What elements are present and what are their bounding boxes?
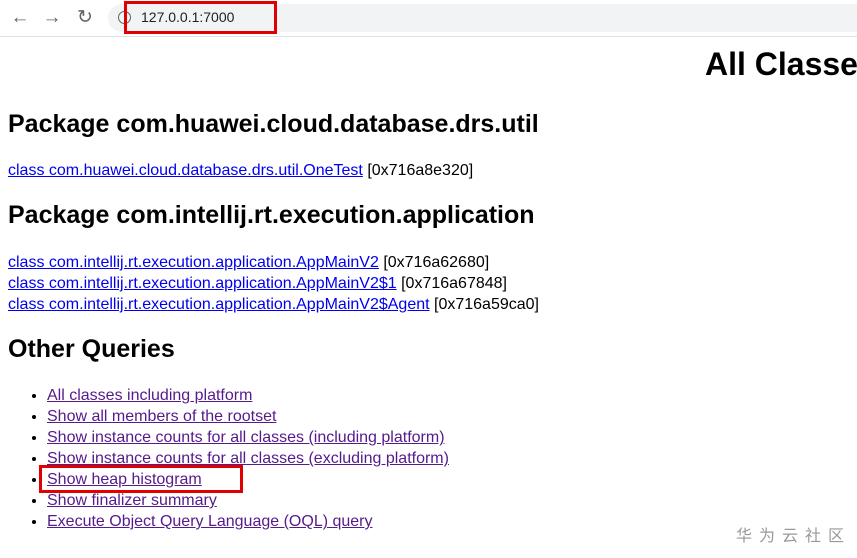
query-link[interactable]: All classes including platform (47, 387, 252, 404)
highlight-box-url (124, 1, 277, 34)
arrow-left-icon[interactable]: ← (9, 7, 31, 29)
class-row: class com.intellij.rt.execution.applicat… (8, 252, 489, 273)
page-title: All Classe (705, 46, 857, 82)
list-item: Show all members of the rootset (47, 406, 449, 427)
reload-icon[interactable]: ↻ (74, 7, 96, 29)
class-address: [0x716a8e320] (367, 162, 474, 179)
class-row: class com.huawei.cloud.database.drs.util… (8, 160, 473, 181)
class-link[interactable]: class com.huawei.cloud.database.drs.util… (8, 162, 363, 179)
highlight-box-heap-histogram (39, 465, 243, 493)
class-address: [0x716a62680] (383, 254, 490, 271)
query-link[interactable]: Execute Object Query Language (OQL) quer… (47, 513, 373, 530)
query-link[interactable]: Show all members of the rootset (47, 408, 276, 425)
list-item: Show instance counts for all classes (in… (47, 427, 449, 448)
class-address: [0x716a67848] (401, 275, 507, 292)
class-link[interactable]: class com.intellij.rt.execution.applicat… (8, 275, 397, 292)
arrow-right-icon[interactable]: → (41, 7, 63, 29)
list-item: Show finalizer summary (47, 490, 449, 511)
queries-list: All classes including platform Show all … (0, 385, 449, 532)
package-heading: Package com.huawei.cloud.database.drs.ut… (8, 110, 539, 138)
class-link[interactable]: class com.intellij.rt.execution.applicat… (8, 296, 430, 313)
class-address: [0x716a59ca0] (434, 296, 539, 313)
query-link[interactable]: Show finalizer summary (47, 492, 217, 509)
class-link[interactable]: class com.intellij.rt.execution.applicat… (8, 254, 379, 271)
class-row: class com.intellij.rt.execution.applicat… (8, 294, 539, 315)
list-item: All classes including platform (47, 385, 449, 406)
other-queries-heading: Other Queries (8, 335, 175, 363)
class-row: class com.intellij.rt.execution.applicat… (8, 273, 507, 294)
package-heading: Package com.intellij.rt.execution.applic… (8, 201, 535, 229)
watermark: 华为云社区 (736, 528, 852, 545)
list-item: Execute Object Query Language (OQL) quer… (47, 511, 449, 532)
query-link[interactable]: Show instance counts for all classes (in… (47, 429, 445, 446)
